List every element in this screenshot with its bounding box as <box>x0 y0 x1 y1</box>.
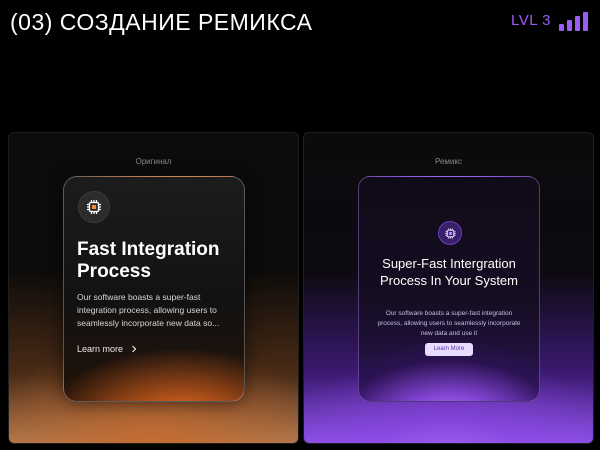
original-card: Fast Integration Process Our software bo… <box>63 176 245 402</box>
level-bar <box>575 16 580 31</box>
original-card-description: Our software boasts a super-fast integra… <box>77 292 220 328</box>
original-card-title: Fast Integration Process <box>77 239 220 282</box>
level-label: LVL 3 <box>510 12 551 29</box>
learn-more-label: Learn more <box>77 344 124 354</box>
chevron-right-icon <box>132 345 137 353</box>
remix-panel-label: Ремикс <box>435 157 462 166</box>
original-panel: Оригинал Fast Integration Process Our so… <box>8 132 299 444</box>
original-panel-label: Оригинал <box>135 157 172 166</box>
level-bar <box>567 20 572 31</box>
remix-panel: Ремикс Super-Fast Intergration Process I… <box>303 132 594 444</box>
chip-icon <box>438 221 462 245</box>
level-bar <box>583 12 588 31</box>
level-bars-icon <box>559 11 588 31</box>
page: (03) СОЗДАНИЕ РЕМИКСА LVL 3 Оригинал Fas… <box>0 0 600 450</box>
remix-card: Super-Fast Intergration Process In Your … <box>358 176 540 402</box>
remix-card-title: Super-Fast Intergration Process In Your … <box>379 256 518 288</box>
learn-more-button[interactable]: Learn More <box>425 343 473 356</box>
remix-card-description: Our software boasts a super-fast integra… <box>377 310 521 337</box>
chip-icon <box>78 191 110 223</box>
level-indicator: LVL 3 <box>511 11 588 31</box>
level-bar <box>559 24 564 31</box>
page-title: (03) СОЗДАНИЕ РЕМИКСА <box>10 9 313 35</box>
learn-more-link[interactable]: Learn more <box>77 344 137 354</box>
